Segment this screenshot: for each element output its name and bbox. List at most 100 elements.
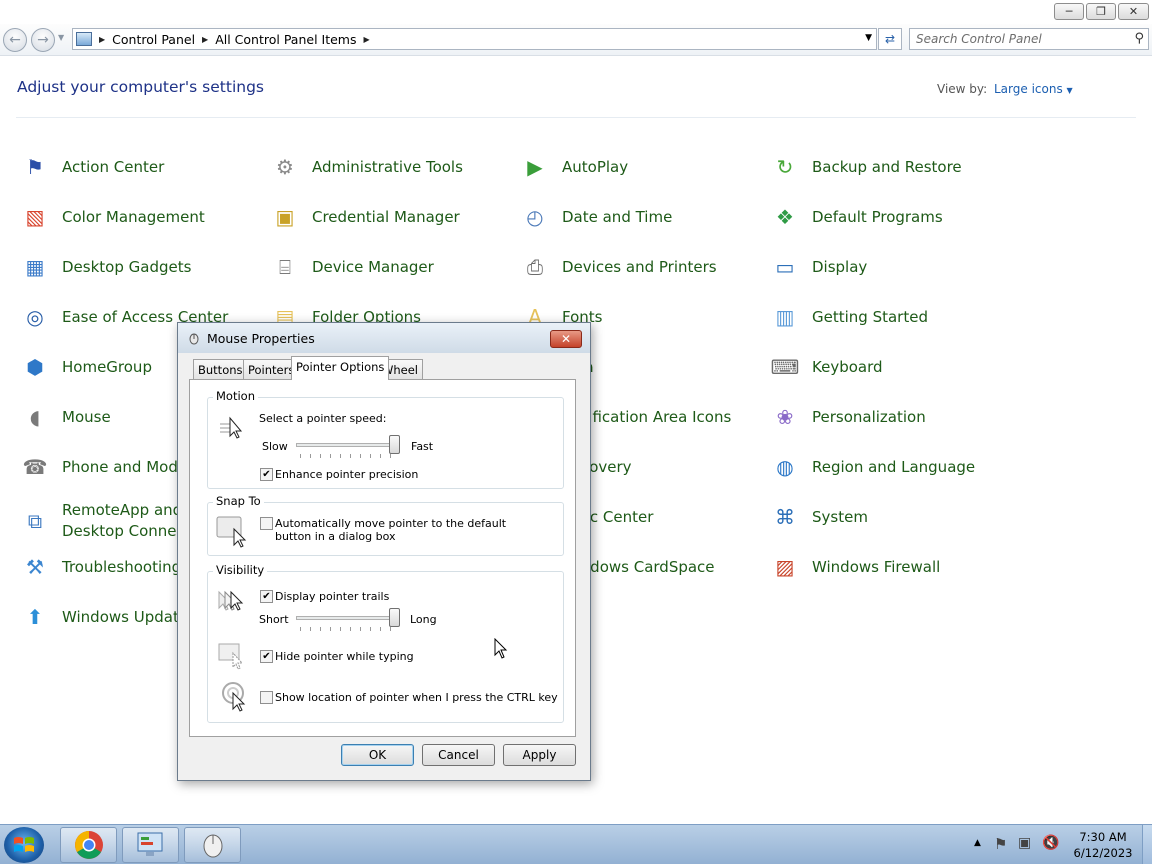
breadcrumb-separator-icon[interactable]: ▶ bbox=[364, 35, 370, 44]
clock-time: 7:30 AM bbox=[1079, 830, 1127, 844]
address-dropdown-icon[interactable]: ▼ bbox=[865, 33, 872, 43]
personalization-icon: ❀ bbox=[776, 405, 794, 429]
dialog-close-button[interactable]: ✕ bbox=[550, 330, 582, 348]
gear-checklist-icon: ⚙ bbox=[276, 155, 294, 179]
pointer-speed-slider[interactable] bbox=[389, 435, 400, 454]
mouse-icon: ◖ bbox=[29, 405, 41, 429]
cp-item-getting-started[interactable]: ▥ Getting Started bbox=[768, 300, 928, 334]
tab-pointer-options[interactable]: Pointer Options bbox=[291, 356, 390, 380]
cp-item-phone-and-modem[interactable]: ☎ Phone and Modem bbox=[18, 450, 202, 484]
action-center-flag-icon[interactable]: ⚑ bbox=[994, 835, 1007, 853]
ok-button[interactable]: OK bbox=[341, 744, 414, 766]
cp-item-autoplay[interactable]: ▶ AutoPlay bbox=[518, 150, 628, 184]
cp-item-label: Desktop Gadgets bbox=[62, 257, 192, 276]
back-button[interactable]: ← bbox=[3, 28, 27, 52]
color-management-icon: ▧ bbox=[25, 205, 45, 229]
motion-group: Motion Select a pointer speed: Slow Fast… bbox=[207, 389, 564, 489]
cp-item-windows-firewall[interactable]: ▨ Windows Firewall bbox=[768, 550, 941, 584]
show-hidden-icons-icon[interactable]: ▲ bbox=[974, 838, 981, 848]
device-manager-icon: ⌸ bbox=[279, 255, 291, 279]
cp-item-label: AutoPlay bbox=[562, 157, 629, 176]
close-icon: ✕ bbox=[1128, 5, 1139, 18]
cp-item-administrative-tools[interactable]: ⚙ Administrative Tools bbox=[268, 150, 463, 184]
taskbar-chrome-button[interactable] bbox=[60, 827, 117, 863]
tab-buttons[interactable]: Buttons bbox=[193, 359, 248, 379]
cp-item-keyboard[interactable]: ⌨ Keyboard bbox=[768, 350, 883, 384]
hide-pointer-label[interactable]: Hide pointer while typing bbox=[275, 650, 414, 663]
hide-pointer-checkbox[interactable]: ✔ bbox=[260, 650, 273, 663]
cp-item-label: HomeGroup bbox=[62, 357, 152, 376]
cp-item-personalization[interactable]: ❀ Personalization bbox=[768, 400, 926, 434]
cp-item-label: Personalization bbox=[812, 407, 926, 426]
refresh-icon: ⇄ bbox=[884, 32, 896, 46]
cp-item-label: Windows Firewall bbox=[812, 557, 941, 576]
enhance-precision-checkbox[interactable]: ✔ bbox=[260, 468, 273, 481]
pointer-speed-track bbox=[296, 443, 400, 447]
cp-item-backup-and-restore[interactable]: ↻ Backup and Restore bbox=[768, 150, 962, 184]
window-title-bar: ─ ❐ ✕ bbox=[0, 0, 1152, 24]
snap-to-label[interactable]: Automatically move pointer to the defaul… bbox=[275, 517, 545, 543]
pointer-trails-checkbox[interactable]: ✔ bbox=[260, 590, 273, 603]
breadcrumb-separator-icon[interactable]: ▶ bbox=[99, 35, 105, 44]
taskbar-mouse-button[interactable] bbox=[184, 827, 241, 863]
show-pointer-location-label[interactable]: Show location of pointer when I press th… bbox=[275, 691, 558, 704]
pointer-trails-ticks bbox=[300, 627, 397, 631]
cp-item-windows-update[interactable]: ⬆ Windows Update bbox=[18, 600, 188, 634]
search-input[interactable] bbox=[910, 29, 1120, 49]
cp-item-troubleshooting[interactable]: ⚒ Troubleshooting bbox=[18, 550, 181, 584]
cp-item-label: System bbox=[812, 507, 868, 526]
snap-to-icon bbox=[216, 516, 247, 548]
forward-button[interactable]: → bbox=[31, 28, 55, 52]
cp-item-system[interactable]: ⌘ System bbox=[768, 500, 868, 534]
recent-pages-dropdown[interactable]: ▼ bbox=[58, 33, 64, 42]
start-button[interactable] bbox=[4, 827, 44, 863]
refresh-button[interactable]: ⇄ bbox=[878, 28, 902, 50]
cancel-button[interactable]: Cancel bbox=[422, 744, 495, 766]
minimize-button[interactable]: ─ bbox=[1054, 3, 1084, 20]
taskbar-control-panel-button[interactable] bbox=[122, 827, 179, 863]
cp-item-region-and-language[interactable]: ◍ Region and Language bbox=[768, 450, 975, 484]
autoplay-icon: ▶ bbox=[527, 155, 543, 179]
apply-button[interactable]: Apply bbox=[503, 744, 576, 766]
address-bar[interactable]: ▶ Control Panel ▶ All Control Panel Item… bbox=[72, 28, 877, 50]
pointer-trails-label[interactable]: Display pointer trails bbox=[275, 590, 389, 603]
chrome-icon bbox=[74, 831, 103, 859]
cp-item-label: Windows Update bbox=[62, 607, 189, 626]
cp-item-action-center[interactable]: ⚑ Action Center bbox=[18, 150, 164, 184]
cp-item-color-management[interactable]: ▧ Color Management bbox=[18, 200, 205, 234]
show-pointer-location-checkbox[interactable] bbox=[260, 691, 273, 704]
volume-muted-icon[interactable]: 🔇 bbox=[1042, 835, 1059, 851]
cp-item-desktop-gadgets[interactable]: ▦ Desktop Gadgets bbox=[18, 250, 192, 284]
header-divider bbox=[16, 117, 1136, 118]
network-icon[interactable]: ▣ bbox=[1018, 835, 1031, 851]
taskbar: ▲ ⚑ ▣ 🔇 7:30 AM 6/12/2023 bbox=[0, 824, 1152, 864]
cp-item-homegroup[interactable]: ⬢ HomeGroup bbox=[18, 350, 152, 384]
restore-button[interactable]: ❐ bbox=[1086, 3, 1116, 20]
cp-item-label: Region and Language bbox=[812, 457, 976, 476]
cp-item-devices-and-printers[interactable]: ⎙ Devices and Printers bbox=[518, 250, 717, 284]
cp-item-default-programs[interactable]: ❖ Default Programs bbox=[768, 200, 943, 234]
show-desktop-button[interactable] bbox=[1142, 825, 1152, 864]
remoteapp-icon: ⧉ bbox=[27, 509, 43, 533]
cp-item-credential-manager[interactable]: ▣ Credential Manager bbox=[268, 200, 460, 234]
pointer-trails-slider[interactable] bbox=[389, 608, 400, 627]
cp-item-mouse[interactable]: ◖ Mouse bbox=[18, 400, 111, 434]
windows-update-icon: ⬆ bbox=[26, 605, 44, 629]
breadcrumb-separator-icon[interactable]: ▶ bbox=[202, 35, 208, 44]
enhance-precision-label[interactable]: Enhance pointer precision bbox=[275, 468, 418, 481]
cp-item-device-manager[interactable]: ⌸ Device Manager bbox=[268, 250, 434, 284]
view-by-dropdown[interactable]: Large icons ▼ bbox=[994, 82, 1073, 96]
breadcrumb-all-items[interactable]: All Control Panel Items bbox=[215, 32, 356, 47]
view-by-value[interactable]: Large icons bbox=[994, 82, 1063, 96]
breadcrumb-control-panel[interactable]: Control Panel bbox=[112, 32, 195, 47]
snap-to-checkbox[interactable] bbox=[260, 517, 273, 530]
close-window-button[interactable]: ✕ bbox=[1118, 3, 1149, 20]
motion-group-title: Motion bbox=[213, 389, 258, 403]
dropdown-arrow-icon: ▼ bbox=[1066, 86, 1073, 95]
clock[interactable]: 7:30 AM 6/12/2023 bbox=[1068, 829, 1138, 861]
cp-item-display[interactable]: ▭ Display bbox=[768, 250, 868, 284]
search-box[interactable]: ⚲ bbox=[909, 28, 1149, 50]
cp-item-label: Devices and Printers bbox=[562, 257, 717, 276]
search-icon[interactable]: ⚲ bbox=[1134, 31, 1144, 46]
cp-item-date-and-time[interactable]: ◴ Date and Time bbox=[518, 200, 672, 234]
